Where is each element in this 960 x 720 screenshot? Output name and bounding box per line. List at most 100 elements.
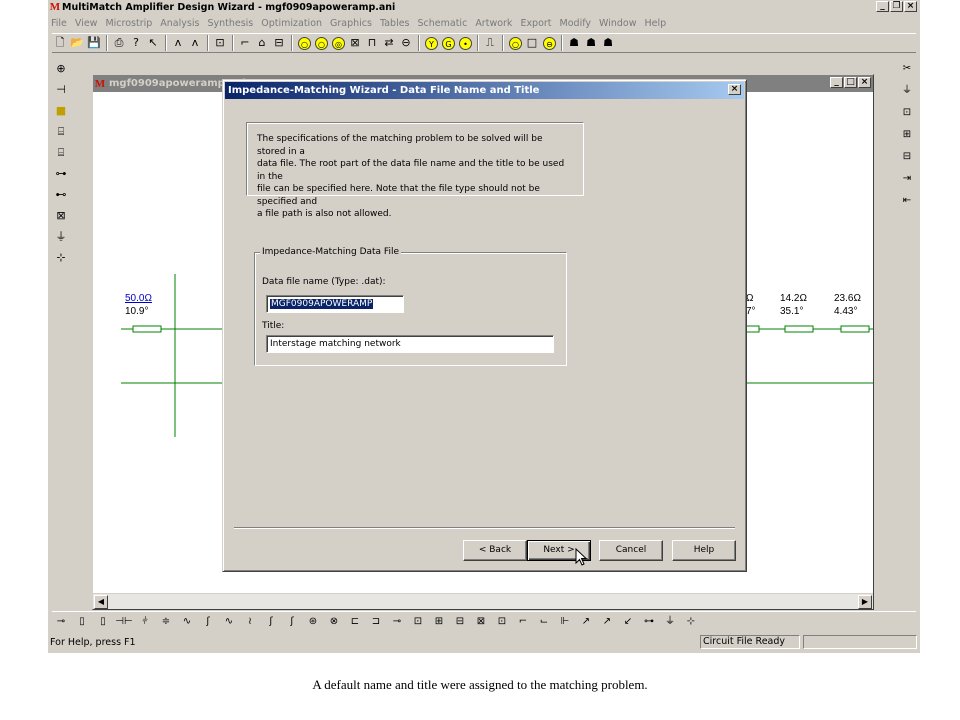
- circulator-icon[interactable]: ⊛: [304, 614, 322, 630]
- gap-icon[interactable]: ⊩: [556, 614, 574, 630]
- menu-window[interactable]: Window: [599, 18, 636, 29]
- tune-icon[interactable]: ⊖: [398, 35, 414, 51]
- stub-open-icon[interactable]: ⊏: [346, 614, 364, 630]
- menu-tables[interactable]: Tables: [380, 18, 410, 29]
- transistor-icon[interactable]: ⊕: [53, 60, 69, 78]
- circle-tool-2-icon[interactable]: ○: [315, 36, 328, 50]
- network-5-icon[interactable]: ⊡: [493, 614, 511, 630]
- diagonal-2-icon[interactable]: ↗: [598, 614, 616, 630]
- lc-series-icon[interactable]: ∿: [220, 614, 238, 630]
- tline-icon[interactable]: ⊸: [388, 614, 406, 630]
- network-icon[interactable]: ⌂: [254, 35, 270, 51]
- transmission-line-right-3[interactable]: [840, 325, 870, 333]
- menu-artwork[interactable]: Artwork: [475, 18, 512, 29]
- isolator-icon[interactable]: ⊗: [325, 614, 343, 630]
- minus-circle-icon[interactable]: ⊖: [543, 36, 556, 50]
- capacitor-shunt-icon[interactable]: ≑: [157, 614, 175, 630]
- dot-param-icon[interactable]: •: [459, 36, 472, 50]
- square-select-icon[interactable]: □: [524, 35, 540, 51]
- ground-right-icon[interactable]: ⏚: [899, 82, 915, 100]
- menu-help[interactable]: Help: [645, 18, 667, 29]
- resistor-shunt-icon[interactable]: ▯: [73, 614, 91, 630]
- stub-short-icon[interactable]: ⊐: [367, 614, 385, 630]
- node-icon[interactable]: ⊡: [899, 104, 915, 122]
- circle-select-icon[interactable]: ○: [509, 36, 522, 50]
- lc-shunt-icon[interactable]: ≀: [241, 614, 259, 630]
- inductor-series-icon[interactable]: ∿: [178, 614, 196, 630]
- close-button[interactable]: ×: [904, 1, 917, 12]
- cir-icon[interactable]: ⌸: [53, 123, 69, 141]
- g-param-icon[interactable]: G: [442, 36, 455, 50]
- layers-2-icon[interactable]: ☗: [583, 35, 599, 51]
- menu-modify[interactable]: Modify: [560, 18, 591, 29]
- cancel-button[interactable]: Cancel: [599, 540, 663, 561]
- menu-optimization[interactable]: Optimization: [261, 18, 322, 29]
- line-tool-icon[interactable]: ⌐: [237, 35, 253, 51]
- dialog-close-button[interactable]: ×: [728, 84, 741, 95]
- doc-maximize-button[interactable]: □: [844, 77, 857, 88]
- resistor-open-icon[interactable]: ▯: [94, 614, 112, 630]
- title-input[interactable]: Interstage matching network: [266, 335, 554, 353]
- transmission-line-right-2[interactable]: [784, 325, 814, 333]
- filename-input[interactable]: MGF0909APOWERAMP: [266, 295, 404, 313]
- transformer-icon[interactable]: ʃ: [262, 614, 280, 630]
- scissors-icon[interactable]: ✂: [899, 60, 915, 78]
- resistor-series-icon[interactable]: ⊸: [52, 614, 70, 630]
- restore-button[interactable]: ❐: [890, 1, 903, 12]
- port-icon[interactable]: ⊡: [212, 35, 228, 51]
- bend-icon[interactable]: ⌐: [514, 614, 532, 630]
- layers-icon[interactable]: ☗: [566, 35, 582, 51]
- swap-icon[interactable]: ⇄: [381, 35, 397, 51]
- diagonal-3-icon[interactable]: ↙: [619, 614, 637, 630]
- doc-close-button[interactable]: ×: [858, 77, 871, 88]
- in-icon[interactable]: ⊶: [53, 165, 69, 183]
- doc-minimize-button[interactable]: _: [830, 77, 843, 88]
- pulse-icon[interactable]: ⎍: [482, 35, 498, 51]
- bridge-icon[interactable]: ⊓: [364, 35, 380, 51]
- menu-microstrip[interactable]: Microstrip: [105, 18, 152, 29]
- export-icon[interactable]: ⇥: [899, 170, 915, 188]
- back-button[interactable]: < Back: [463, 540, 527, 561]
- ground-bottom-icon[interactable]: ⏚: [661, 614, 679, 630]
- out-icon[interactable]: ⊷: [53, 186, 69, 204]
- box-icon[interactable]: ⊟: [271, 35, 287, 51]
- network-2-icon[interactable]: ⊞: [430, 614, 448, 630]
- circle-tool-icon[interactable]: ○: [298, 36, 311, 50]
- menu-file[interactable]: File: [51, 18, 67, 29]
- scroll-left-arrow-icon[interactable]: ◀: [94, 595, 108, 609]
- coupled-line-icon[interactable]: ʃ: [283, 614, 301, 630]
- menu-synthesis[interactable]: Synthesis: [207, 18, 253, 29]
- open-folder-icon[interactable]: 📂: [69, 35, 85, 51]
- chip-icon[interactable]: ⊠: [53, 207, 69, 225]
- menu-analysis[interactable]: Analysis: [160, 18, 199, 29]
- probe-icon[interactable]: ⊶: [640, 614, 658, 630]
- horizontal-scrollbar[interactable]: ◀ ▶: [93, 593, 873, 609]
- capacitor-parallel-icon[interactable]: ⫩: [136, 614, 154, 630]
- inductor-shunt-icon[interactable]: ʃ: [199, 614, 217, 630]
- network-3-icon[interactable]: ⊟: [451, 614, 469, 630]
- help-button[interactable]: Help: [672, 540, 736, 561]
- capacitor-series-icon[interactable]: ⊣⊢: [115, 614, 133, 630]
- context-help-icon[interactable]: ↖: [145, 35, 161, 51]
- ground-icon[interactable]: ⏚: [53, 228, 69, 246]
- network-4-icon[interactable]: ⊠: [472, 614, 490, 630]
- print-icon[interactable]: ⎙: [111, 35, 127, 51]
- save-icon[interactable]: 💾: [86, 35, 102, 51]
- smith-chart-alt-icon[interactable]: ʌ: [187, 35, 203, 51]
- minimize-button[interactable]: _: [876, 1, 889, 12]
- transmission-line-right-1[interactable]: [744, 325, 760, 333]
- yellow-box-icon[interactable]: ■: [53, 102, 69, 120]
- connector-icon[interactable]: ⊹: [53, 249, 69, 267]
- grid-icon[interactable]: ⊠: [347, 35, 363, 51]
- smith-chart-icon[interactable]: ʌ: [170, 35, 186, 51]
- menu-graphics[interactable]: Graphics: [330, 18, 372, 29]
- remove-node-icon[interactable]: ⊟: [899, 148, 915, 166]
- help-icon[interactable]: ?: [128, 35, 144, 51]
- bend-2-icon[interactable]: ⌙: [535, 614, 553, 630]
- new-file-icon[interactable]: 🗋: [52, 35, 68, 51]
- component-icon[interactable]: ⊣: [53, 81, 69, 99]
- scroll-right-arrow-icon[interactable]: ▶: [858, 595, 872, 609]
- cross-icon[interactable]: ⊹: [682, 614, 700, 630]
- menu-view[interactable]: View: [75, 18, 98, 29]
- add-node-icon[interactable]: ⊞: [899, 126, 915, 144]
